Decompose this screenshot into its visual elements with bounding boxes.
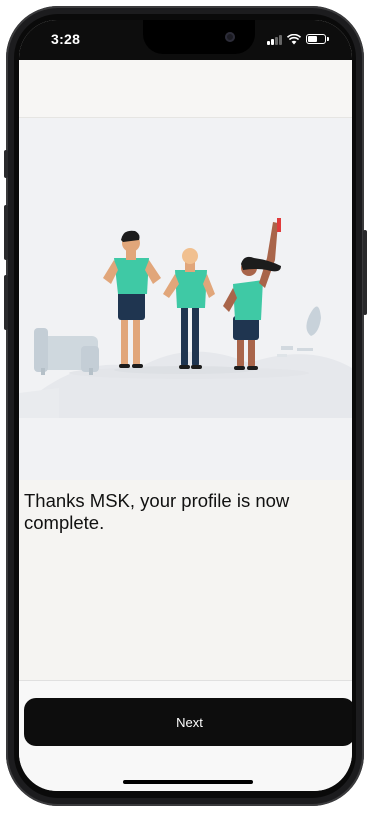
- person-right: [223, 218, 281, 370]
- sofa-icon: [34, 328, 99, 375]
- wifi-icon: [287, 33, 301, 44]
- mute-switch: [4, 150, 8, 178]
- status-icons: [267, 32, 329, 46]
- header-area: [19, 60, 352, 118]
- three-people-illustration: [19, 218, 352, 418]
- status-bar: 3:28: [19, 20, 352, 60]
- volume-down-button: [4, 275, 8, 330]
- plant-icon: [277, 306, 321, 357]
- app-screen: 3:28 Thanks MSK, your profile is now com…: [19, 20, 352, 791]
- person-left: [103, 230, 161, 368]
- signal-icon: [267, 34, 282, 45]
- status-time: 3:28: [51, 31, 81, 47]
- volume-up-button: [4, 205, 8, 260]
- camera-icon: [225, 32, 235, 42]
- next-button[interactable]: Next: [24, 698, 352, 746]
- completion-message: Thanks MSK, your profile is now complete…: [24, 490, 290, 533]
- notch: [143, 20, 255, 54]
- illustration-panel: [19, 118, 352, 480]
- power-button: [363, 230, 367, 315]
- person-middle: [163, 248, 215, 369]
- battery-icon: [306, 34, 329, 44]
- home-indicator[interactable]: [123, 780, 253, 784]
